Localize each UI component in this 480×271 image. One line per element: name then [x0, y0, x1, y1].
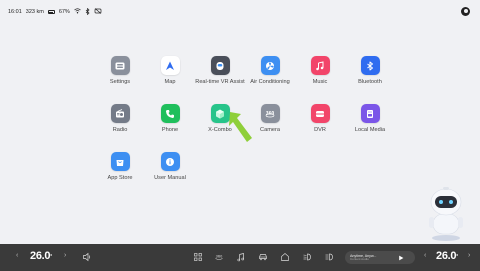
temp-unit: °: [456, 254, 458, 260]
pointer-arrow-icon: [229, 112, 252, 142]
driver-temp-value: 26.0: [30, 250, 51, 262]
temp-left-decrease-icon[interactable]: ‹: [16, 252, 18, 259]
app-user-manual[interactable]: User Manual: [140, 152, 200, 196]
bluetooth-icon: [360, 56, 380, 75]
play-icon[interactable]: [398, 255, 404, 261]
camera-360-taskbar-icon[interactable]: 360: [214, 252, 224, 262]
low-beam-icon[interactable]: [302, 252, 312, 262]
taskbar: ‹ 26.0 ° › 360 Anytime, Anyw... Content A…: [0, 244, 480, 271]
navigation-arrow-icon: [160, 56, 180, 75]
temp-left-increase-icon[interactable]: ›: [64, 252, 66, 259]
info-icon: [160, 152, 180, 171]
app-label: Local Media: [354, 127, 386, 133]
driver-temperature: 26.0 °: [30, 250, 52, 262]
robot-face-icon: [210, 56, 230, 75]
fan-icon: [260, 56, 280, 75]
music-taskbar-icon[interactable]: [236, 252, 246, 262]
settings-icon: [110, 56, 130, 75]
volume-icon[interactable]: [82, 252, 92, 262]
phone-icon: [160, 104, 180, 123]
app-label: User Manual: [154, 175, 186, 181]
shopping-bag-icon: [110, 152, 130, 171]
media-subtitle: Content Audio: [350, 257, 369, 261]
app-local-media[interactable]: Local Media: [340, 104, 400, 148]
app-grid-icon[interactable]: [193, 252, 203, 262]
svg-text:360: 360: [216, 255, 223, 259]
car-icon[interactable]: [258, 252, 268, 262]
temp-right-increase-icon[interactable]: ›: [468, 252, 470, 259]
music-note-icon: [310, 56, 330, 75]
app-bluetooth[interactable]: Bluetooth: [340, 56, 400, 100]
robot-assistant-icon[interactable]: [424, 184, 468, 242]
temp-right-decrease-icon[interactable]: ‹: [424, 252, 426, 259]
high-beam-icon[interactable]: [324, 252, 334, 262]
dvr-icon: [310, 104, 330, 123]
media-widget[interactable]: Anytime, Anyw... Content Audio: [345, 251, 415, 264]
passenger-temperature: 26.0 °: [436, 250, 458, 262]
app-label: Bluetooth: [358, 79, 382, 85]
radio-icon: [110, 104, 130, 123]
camera-360-icon: 360: [260, 104, 280, 123]
usb-drive-icon: [360, 104, 380, 123]
passenger-temp-value: 26.0: [436, 250, 457, 262]
home-icon[interactable]: [280, 252, 290, 262]
temp-unit: °: [50, 254, 52, 260]
